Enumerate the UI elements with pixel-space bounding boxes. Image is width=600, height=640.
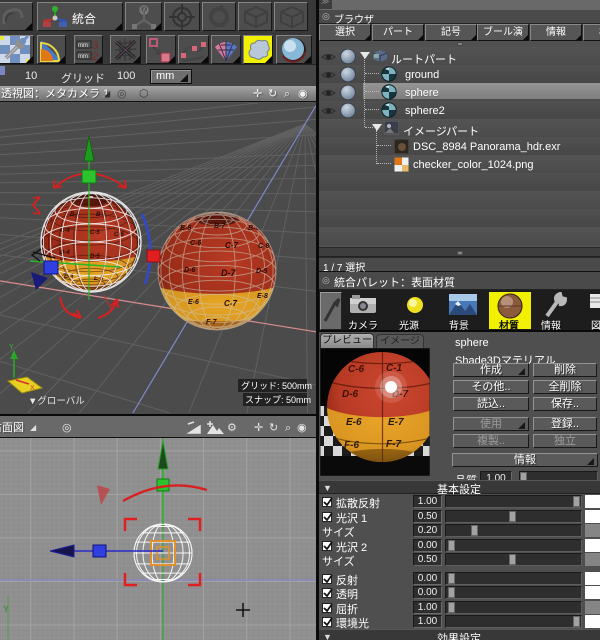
svg-text:F-7: F-7: [206, 319, 218, 326]
svg-text:mm: mm: [78, 54, 88, 60]
svg-text:D-8: D-8: [256, 268, 267, 275]
svg-text:mm: mm: [78, 43, 88, 49]
svg-text:D-4: D-4: [60, 250, 70, 256]
svg-text:C-6: C-6: [190, 240, 201, 247]
svg-text:C-6: C-6: [348, 364, 365, 375]
svg-text:E-6: E-6: [346, 417, 362, 428]
svg-text:C-7: C-7: [224, 299, 237, 308]
svg-text:E-7: E-7: [388, 417, 404, 428]
svg-text:C-4: C-4: [60, 228, 70, 234]
svg-text:D-6: D-6: [184, 267, 195, 274]
svg-text:C-5: C-5: [90, 230, 100, 236]
svg-text:▼グローバル: ▼グローバル: [28, 395, 85, 407]
svg-text:Y: Y: [3, 604, 9, 614]
svg-text:C-8: C-8: [258, 243, 269, 250]
svg-text:グリッド: 500mm: グリッド: 500mm: [241, 380, 312, 391]
svg-text:D-6: D-6: [342, 389, 359, 400]
svg-text:E-8: E-8: [257, 293, 268, 300]
svg-text:F-7: F-7: [386, 439, 401, 450]
svg-text:E-6: E-6: [188, 299, 199, 306]
svg-text:X: X: [30, 385, 35, 392]
svg-text:スナップ: 50mm: スナップ: 50mm: [245, 395, 311, 405]
svg-text:Y: Y: [9, 344, 14, 351]
svg-text:B-7: B-7: [214, 223, 226, 230]
svg-text:C-7: C-7: [225, 241, 238, 250]
svg-text:D-5: D-5: [90, 254, 100, 260]
svg-text:D-7: D-7: [221, 268, 236, 278]
svg-text:B-6: B-6: [180, 225, 191, 232]
